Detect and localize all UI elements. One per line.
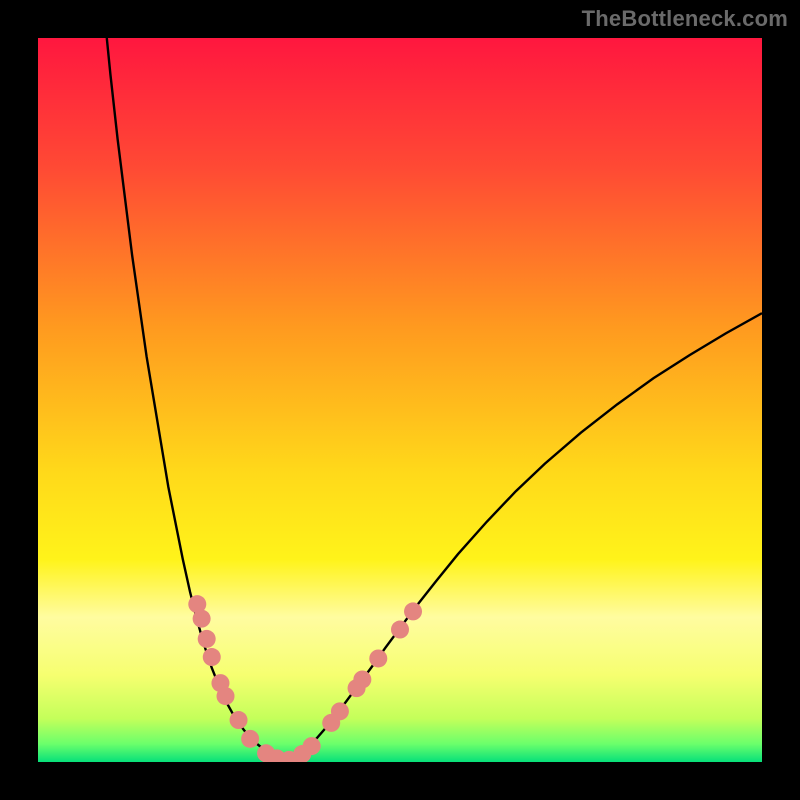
data-marker <box>353 670 371 688</box>
data-marker <box>241 730 259 748</box>
data-marker <box>391 621 409 639</box>
data-marker <box>217 687 235 705</box>
data-marker <box>369 649 387 667</box>
chart-svg <box>38 38 762 762</box>
data-marker <box>303 737 321 755</box>
watermark-text: TheBottleneck.com <box>582 6 788 32</box>
data-marker <box>331 702 349 720</box>
data-marker <box>198 630 216 648</box>
plot-area <box>38 38 762 762</box>
chart-frame: TheBottleneck.com <box>0 0 800 800</box>
data-marker <box>230 711 248 729</box>
data-marker <box>193 610 211 628</box>
data-marker <box>203 648 221 666</box>
data-marker <box>404 602 422 620</box>
gradient-background <box>38 38 762 762</box>
